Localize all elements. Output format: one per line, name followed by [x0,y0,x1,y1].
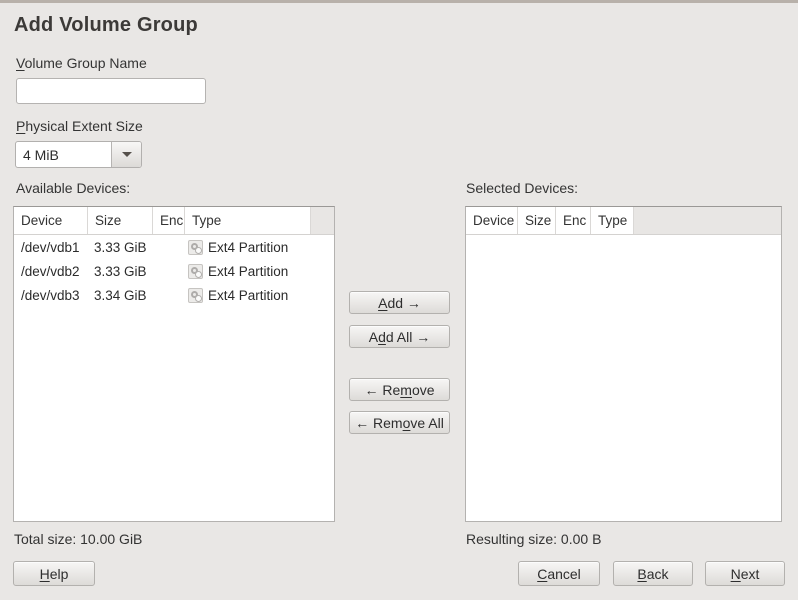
table-row[interactable]: /dev/vdb2 3.33 GiB Ext4 Partition [14,259,334,283]
cell-size: 3.33 GiB [88,264,153,279]
header-cell-enc[interactable]: Enc [556,207,591,234]
cell-type: Ext4 Partition [185,240,334,255]
combo-dropdown-button[interactable] [111,142,141,167]
remove-all-button[interactable]: ← Remove All [349,411,450,434]
cell-device: /dev/vdb1 [14,240,88,255]
header-cell-device[interactable]: Device [14,207,88,234]
table-row[interactable]: /dev/vdb3 3.34 GiB Ext4 Partition [14,283,334,307]
cell-type: Ext4 Partition [185,264,334,279]
table-header: Device Size Enc Type [14,207,334,235]
cell-type: Ext4 Partition [185,288,334,303]
table-body: /dev/vdb1 3.33 GiB Ext4 Partition /dev/v… [14,235,334,307]
cancel-button[interactable]: Cancel [518,561,600,586]
physical-extent-size-select[interactable]: 4 MiB [15,141,142,168]
table-header: Device Size Enc Type [466,207,781,235]
add-button[interactable]: Add → [349,291,450,314]
cell-size: 3.34 GiB [88,288,153,303]
window-top-strip [0,0,798,3]
header-cell-device[interactable]: Device [466,207,518,234]
next-button[interactable]: Next [705,561,785,586]
header-cell-type[interactable]: Type [591,207,634,234]
back-button[interactable]: Back [613,561,693,586]
type-label: Ext4 Partition [208,264,288,279]
table-row[interactable]: /dev/vdb1 3.33 GiB Ext4 Partition [14,235,334,259]
add-all-button[interactable]: Add All → [349,325,450,348]
partition-icon [188,264,203,279]
selected-devices-label: Selected Devices: [466,180,578,196]
physical-extent-size-value: 4 MiB [16,147,111,163]
cell-size: 3.33 GiB [88,240,153,255]
available-devices-table: Device Size Enc Type /dev/vdb1 3.33 GiB … [13,206,335,522]
type-label: Ext4 Partition [208,288,288,303]
available-devices-label: Available Devices: [16,180,130,196]
total-size-text: Total size: 10.00 GiB [14,531,142,547]
header-cell-enc[interactable]: Enc [153,207,185,234]
partition-icon [188,288,203,303]
chevron-down-icon [122,152,132,157]
type-label: Ext4 Partition [208,240,288,255]
help-button[interactable]: Help [13,561,95,586]
add-volume-group-dialog: Add Volume Group Volume Group Name Physi… [0,0,798,600]
partition-icon [188,240,203,255]
page-title: Add Volume Group [14,14,198,37]
volume-group-name-label: Volume Group Name [16,55,147,71]
volume-group-name-input[interactable] [16,78,206,104]
header-filler [311,207,334,234]
cell-device: /dev/vdb2 [14,264,88,279]
physical-extent-size-label: Physical Extent Size [16,118,143,134]
resulting-size-text: Resulting size: 0.00 B [466,531,601,547]
header-filler [634,207,781,234]
remove-button[interactable]: ← Remove [349,378,450,401]
header-cell-type[interactable]: Type [185,207,311,234]
cell-device: /dev/vdb3 [14,288,88,303]
header-cell-size[interactable]: Size [518,207,556,234]
header-cell-size[interactable]: Size [88,207,153,234]
selected-devices-table: Device Size Enc Type [465,206,782,522]
